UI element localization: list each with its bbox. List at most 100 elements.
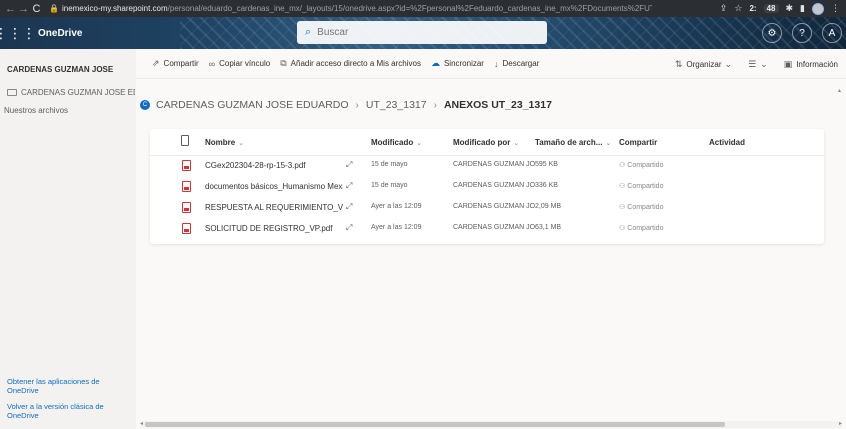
sort-button[interactable]: ⇅ Organizar ⌄ bbox=[675, 59, 736, 70]
people-icon: ⚇ bbox=[619, 183, 626, 190]
breadcrumb-root[interactable]: CARDENAS GUZMAN JOSE EDUARDO bbox=[156, 99, 349, 111]
scrollbar-thumb[interactable] bbox=[145, 422, 725, 427]
column-modified-label: Modificado bbox=[371, 138, 414, 147]
forward-icon[interactable]: → bbox=[17, 3, 30, 15]
file-name[interactable]: RESPUESTA AL REQUERIMIENTO_VP.pdf bbox=[205, 203, 343, 212]
breadcrumb-separator-icon: › bbox=[355, 99, 359, 111]
scroll-up-icon[interactable]: ▴ bbox=[838, 88, 841, 94]
download-button[interactable]: ↓ Descargar bbox=[494, 59, 539, 69]
table-row[interactable]: SOLICITUD DE REGISTRO_VP.pdf ⤢ Ayer a la… bbox=[150, 218, 824, 239]
folder-icon bbox=[7, 89, 17, 96]
lock-icon[interactable]: 🔒 bbox=[49, 4, 59, 13]
file-name[interactable]: SOLICITUD DE REGISTRO_VP.pdf bbox=[205, 224, 343, 233]
download-label: Descargar bbox=[502, 59, 540, 68]
pdf-file-icon bbox=[182, 202, 191, 213]
search-input[interactable] bbox=[317, 27, 518, 38]
column-name-label: Nombre bbox=[205, 138, 236, 147]
pdf-file-icon bbox=[182, 181, 191, 192]
settings-gear-icon[interactable]: ⚙ bbox=[762, 23, 782, 43]
table-row[interactable]: RESPUESTA AL REQUERIMIENTO_VP.pdf ⤢ Ayer… bbox=[150, 197, 824, 218]
get-apps-link[interactable]: Obtener las aplicaciones de OneDrive bbox=[7, 377, 125, 395]
column-modified[interactable]: Modificado ⌄ bbox=[371, 138, 422, 147]
file-name[interactable]: documentos básicos_Humanismo Mexica... bbox=[205, 182, 343, 191]
sync-label: Sincronizar bbox=[443, 59, 484, 68]
list-view-icon: ☰ bbox=[748, 58, 757, 69]
sharing-status[interactable]: ⚇ Compartido bbox=[619, 182, 663, 190]
column-modified-by-label: Modificado por bbox=[453, 138, 511, 147]
chevron-down-icon: ⌄ bbox=[724, 58, 733, 69]
people-icon: ⚇ bbox=[619, 204, 626, 211]
help-icon[interactable]: ? bbox=[792, 23, 812, 43]
chevron-down-icon: ⌄ bbox=[238, 140, 245, 147]
sharing-status[interactable]: ⚇ Compartido bbox=[619, 203, 663, 211]
table-row[interactable]: documentos básicos_Humanismo Mexica... ⤢… bbox=[150, 176, 824, 197]
breadcrumb-parent[interactable]: UT_23_1317 bbox=[366, 99, 427, 111]
file-modified-by: CARDENAS GUZMAN JOS bbox=[453, 203, 535, 210]
info-pane-icon: ▣ bbox=[783, 58, 793, 69]
row-share-icon[interactable]: ⤢ bbox=[346, 160, 352, 170]
row-share-icon[interactable]: ⤢ bbox=[346, 223, 352, 233]
column-size[interactable]: Tamaño de arch... ⌄ bbox=[535, 138, 611, 147]
sharing-status-label: Compartido bbox=[627, 225, 664, 232]
file-size: 336 KB bbox=[535, 182, 558, 189]
scroll-right-icon[interactable]: ▸ bbox=[839, 420, 842, 427]
horizontal-scrollbar[interactable]: ◂ ▸ bbox=[140, 421, 842, 428]
sharing-status[interactable]: ⚇ Compartido bbox=[619, 224, 663, 232]
column-activity[interactable]: Actividad bbox=[709, 138, 745, 147]
file-size: 63,1 MB bbox=[535, 224, 562, 231]
reload-icon[interactable]: C bbox=[30, 3, 43, 15]
extension-badge[interactable]: 2: bbox=[749, 4, 756, 13]
add-shortcut-button[interactable]: ⧉ Añadir acceso directo a Mis archivos bbox=[280, 58, 421, 69]
profile-avatar[interactable] bbox=[812, 2, 824, 15]
chevron-down-icon: ⌄ bbox=[760, 58, 768, 69]
share-icon: ⇗ bbox=[152, 58, 160, 68]
column-size-label: Tamaño de arch... bbox=[535, 138, 603, 147]
file-list-header: Nombre ⌄ Modificado ⌄ Modificado por ⌄ Tama… bbox=[150, 129, 824, 156]
sync-button[interactable]: ☁ Sincronizar bbox=[431, 58, 484, 69]
share-button[interactable]: ⇗ Compartir bbox=[152, 58, 199, 69]
view-options-button[interactable]: ☰ ⌄ bbox=[748, 59, 772, 70]
nav-item-shared-library[interactable]: Nuestros archivos bbox=[0, 106, 136, 115]
sharing-status[interactable]: ⚇ Compartido bbox=[619, 161, 663, 169]
row-share-icon[interactable]: ⤢ bbox=[346, 202, 352, 212]
table-row[interactable]: CGex202304-28-rp-15-3.pdf ⤢ 15 de mayo C… bbox=[150, 155, 824, 176]
file-modified-by: CARDENAS GUZMAN JOS bbox=[453, 182, 535, 189]
classic-view-link[interactable]: Volver a la versión clásica de OneDrive bbox=[7, 402, 125, 420]
file-name[interactable]: CGex202304-28-rp-15-3.pdf bbox=[205, 161, 343, 170]
copy-link-button[interactable]: ∞ Copiar vínculo bbox=[209, 59, 271, 69]
browser-toolbar: ← → C 🔒 inemexico-my.sharepoint.com/pers… bbox=[0, 0, 846, 17]
share-page-icon[interactable]: ⇪ bbox=[720, 3, 728, 14]
column-sharing[interactable]: Compartir bbox=[619, 138, 657, 147]
main-content: ⇗ Compartir ∞ Copiar vínculo ⧉ Añadir acces… bbox=[136, 49, 846, 429]
account-icon[interactable]: A bbox=[822, 23, 842, 43]
file-type-header-icon[interactable] bbox=[181, 135, 189, 146]
chevron-down-icon: ⌄ bbox=[513, 140, 520, 147]
column-modified-by[interactable]: Modificado por ⌄ bbox=[453, 138, 519, 147]
left-navigation: CARDENAS GUZMAN JOSE CARDENAS GUZMAN JOS… bbox=[0, 49, 136, 429]
app-name[interactable]: OneDrive bbox=[38, 28, 82, 39]
url-path: /personal/eduardo_cardenas_ine_mx/_layou… bbox=[167, 4, 652, 13]
app-launcher-waffle-icon[interactable]: ⋮⋮⋮ bbox=[0, 22, 36, 44]
side-panel-icon[interactable]: ▮ bbox=[800, 3, 805, 14]
pdf-file-icon bbox=[182, 160, 191, 171]
scroll-left-icon[interactable]: ◂ bbox=[140, 420, 143, 427]
row-share-icon[interactable]: ⤢ bbox=[346, 181, 352, 191]
vertical-scrollbar[interactable]: ▴ bbox=[838, 79, 846, 419]
onedrive-header: ⋮⋮⋮ OneDrive ⌕ ⚙ ? A bbox=[0, 17, 846, 49]
search-box[interactable]: ⌕ bbox=[297, 21, 547, 44]
column-name[interactable]: Nombre ⌄ bbox=[205, 138, 244, 147]
nav-user-name[interactable]: CARDENAS GUZMAN JOSE bbox=[7, 65, 136, 74]
extension-counter[interactable]: 48 bbox=[763, 4, 779, 13]
file-modified: 15 de mayo bbox=[371, 161, 408, 168]
file-modified-by: CARDENAS GUZMAN JOS bbox=[453, 161, 535, 168]
back-icon[interactable]: ← bbox=[4, 3, 17, 15]
extensions-puzzle-icon[interactable]: ✱ bbox=[786, 3, 794, 14]
share-label: Compartir bbox=[163, 59, 199, 68]
nav-item-folder[interactable]: CARDENAS GUZMAN JOSE EDUARDO bbox=[7, 88, 135, 97]
info-button[interactable]: ▣ Información bbox=[784, 59, 838, 70]
pdf-file-icon bbox=[182, 223, 191, 234]
bookmark-star-icon[interactable]: ☆ bbox=[734, 3, 742, 14]
browser-menu-icon[interactable]: ⋮ bbox=[831, 3, 840, 14]
address-bar[interactable]: inemexico-my.sharepoint.com/personal/edu… bbox=[62, 4, 652, 13]
file-modified: Ayer a las 12:09 bbox=[371, 203, 422, 210]
